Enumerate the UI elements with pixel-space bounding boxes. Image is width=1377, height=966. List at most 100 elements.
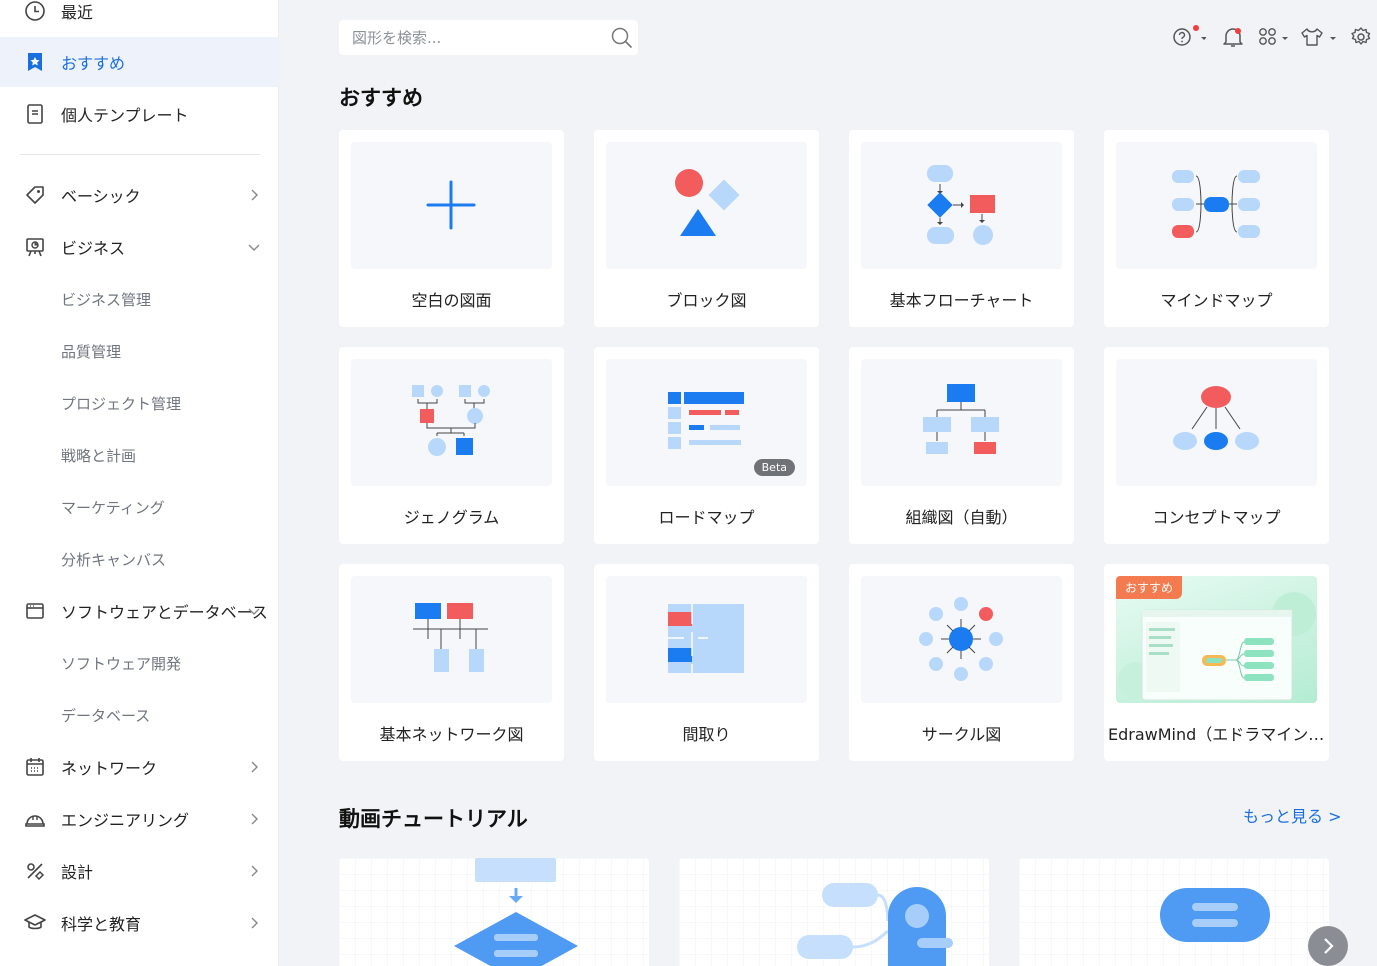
template-card-floor-plan[interactable]: 間取り [594,564,819,761]
window-icon [24,600,46,622]
search-box [339,20,638,55]
settings-button[interactable] [1350,25,1372,49]
help-menu[interactable] [1172,25,1206,49]
template-card-label: 間取り [682,725,731,744]
beta-badge: Beta [753,459,795,476]
concept-map-illustration [1173,386,1259,450]
sidebar-subitem-project-management[interactable]: プロジェクト管理 [0,381,279,425]
help-icon [1173,25,1206,46]
template-card-roadmap[interactable]: Beta ロードマップ [594,347,819,544]
sidebar-item-label: ネットワーク [61,759,158,778]
tutorial-thumbnail [339,858,649,966]
see-more-link[interactable]: もっと見る > [1243,803,1342,827]
template-card-circle-diagram[interactable]: サークル図 [849,564,1074,761]
sidebar-item-recent[interactable]: 最近 [0,0,279,36]
template-card-basic-network[interactable]: 基本ネットワーク図 [339,564,564,761]
mind-map-illustration [1172,170,1260,238]
helmet-icon [24,808,46,830]
bell-icon [1223,28,1243,47]
sidebar-item-science-education[interactable]: 科学と教育 [0,898,279,948]
sidebar-subitem-software-development[interactable]: ソフトウェア開発 [0,641,279,685]
sidebar-subitem-quality-management[interactable]: 品質管理 [0,329,279,373]
sidebar-item-label: 設計 [61,863,94,882]
chevron-right-icon [1324,938,1334,954]
template-card-label: 空白の図面 [411,291,492,310]
template-thumbnail [861,359,1062,486]
sidebar-item-label: エンジニアリング [61,811,190,830]
tutorial-card-mind-map[interactable] [679,858,989,966]
template-card-label: マインドマップ [1160,291,1273,310]
template-card-genogram[interactable]: ジェノグラム [339,347,564,544]
sidebar-item-label: おすすめ [61,54,126,73]
sidebar-item-basic[interactable]: ベーシック [0,170,279,220]
apps-menu[interactable] [1257,25,1291,49]
template-card-label: EdrawMind（エドラマインド） [1108,725,1325,744]
sidebar-subitem-label: データベース [61,706,151,725]
template-thumbnail [606,142,807,269]
template-card-label: ブロック図 [666,291,747,310]
template-card-basic-flowchart[interactable]: 基本フローチャート [849,130,1074,327]
graduation-cap-icon [24,912,46,934]
template-card-label: 基本ネットワーク図 [379,725,524,744]
search-icon[interactable] [610,26,634,50]
sidebar-item-recommended[interactable]: おすすめ [0,37,279,87]
template-card-edrawmind[interactable]: おすすめ EdrawMind（エドラマインド） [1104,564,1329,761]
tutorial-card-shape[interactable] [1019,858,1329,966]
template-thumbnail [351,576,552,703]
sidebar-subitem-analysis-canvas[interactable]: 分析キャンバス [0,537,279,581]
template-thumbnail [861,576,1062,703]
sidebar-item-business[interactable]: ビジネス [0,222,279,272]
chevron-down-icon [248,608,260,615]
carousel-next-button[interactable] [1308,926,1348,966]
template-thumbnail [606,576,807,703]
search-input[interactable] [352,28,602,47]
template-card-block-diagram[interactable]: ブロック図 [594,130,819,327]
block-diagram-illustration [675,169,740,236]
tutorial-card-flowchart[interactable] [339,858,649,966]
template-card-label: ロードマップ [658,508,755,527]
sidebar-item-design[interactable]: 設計 [0,846,279,896]
floor-plan-illustration [668,604,744,673]
template-thumbnail: おすすめ [1116,576,1317,703]
plus-icon [426,180,476,230]
chevron-right-icon [251,865,258,877]
sidebar-subitem-label: 戦略と計画 [61,446,137,465]
sidebar-item-label: ビジネス [61,239,126,258]
circle-diagram-illustration [919,597,1003,681]
theme-menu[interactable] [1300,25,1340,49]
presentation-icon [24,236,46,258]
template-card-label: サークル図 [921,725,1002,744]
sidebar-subitem-label: 品質管理 [61,342,122,361]
template-card-label: 基本フローチャート [889,291,1034,310]
sidebar-item-engineering[interactable]: エンジニアリング [0,794,279,844]
template-card-label: 組織図（自動） [905,508,1018,527]
notification-bell[interactable] [1222,25,1244,49]
template-card-mind-map[interactable]: マインドマップ [1104,130,1329,327]
sidebar-item-network[interactable]: ネットワーク [0,742,279,792]
template-thumbnail [1116,142,1317,269]
template-card-blank[interactable]: 空白の図面 [339,130,564,327]
sidebar-subitem-label: 分析キャンバス [61,550,167,569]
sidebar-item-software-database[interactable]: ソフトウェアとデータベース [0,586,279,636]
design-tools-icon [24,860,46,882]
template-card-label: ジェノグラム [403,508,500,527]
chevron-right-icon [251,917,258,929]
template-card-org-chart-auto[interactable]: 組織図（自動） [849,347,1074,544]
chevron-right-icon [251,813,258,825]
document-icon [24,103,46,125]
sidebar-subitem-strategy-planning[interactable]: 戦略と計画 [0,433,279,477]
template-card-concept-map[interactable]: コンセプトマップ [1104,347,1329,544]
clock-icon [24,0,46,22]
tshirt-icon [1301,28,1336,46]
sidebar: 最近 おすすめ 個人テンプレート ベーシック ビジネス ビジネス管理 品質管理 … [0,0,279,966]
sidebar-item-personal-templates[interactable]: 個人テンプレート [0,89,279,139]
template-thumbnail: Beta [606,359,807,486]
star-bookmark-icon [24,51,46,73]
template-thumbnail [351,142,552,269]
chevron-down-icon [248,244,260,251]
sidebar-subitem-business-management[interactable]: ビジネス管理 [0,277,279,321]
genogram-illustration [412,385,490,456]
sidebar-subitem-marketing[interactable]: マーケティング [0,485,279,529]
apps-grid-icon [1259,28,1288,45]
sidebar-subitem-database[interactable]: データベース [0,693,279,737]
